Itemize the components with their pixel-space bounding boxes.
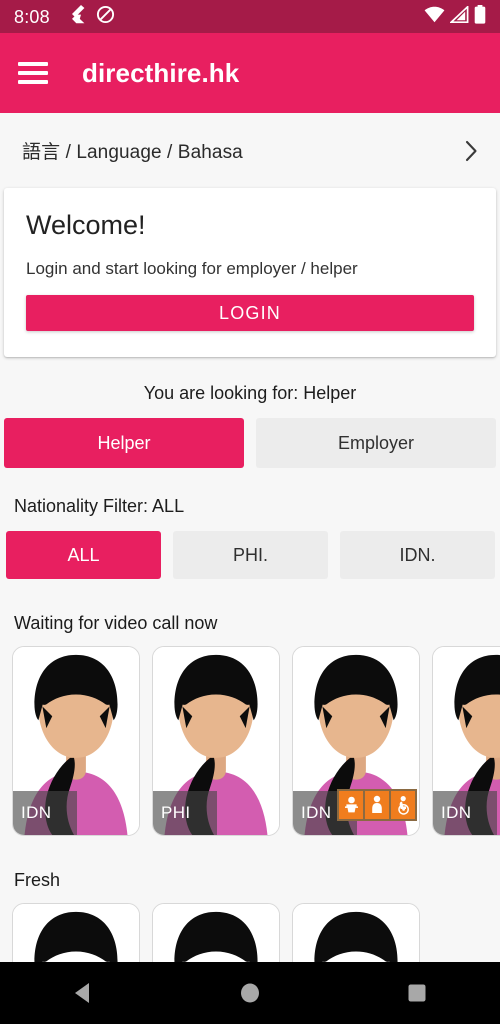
status-right-icons	[424, 4, 486, 29]
android-navigation-bar	[0, 962, 500, 1024]
waiting-card-row[interactable]: IDN PHI IDN IDN	[0, 646, 500, 836]
nationality-chip-phi[interactable]: PHI.	[173, 531, 328, 579]
looking-for-option-helper[interactable]: Helper	[4, 418, 244, 468]
infant-care-icon	[339, 791, 363, 819]
looking-for-label: You are looking for: Helper	[143, 383, 357, 403]
main-scroll-area[interactable]: 語言 / Language / Bahasa Welcome! Login an…	[0, 113, 500, 962]
language-label: 語言 / Language / Bahasa	[22, 142, 243, 163]
back-triangle-icon[interactable]	[51, 969, 115, 1017]
avatar	[13, 904, 139, 962]
list-item[interactable]	[12, 903, 140, 962]
status-badge: IDN	[433, 791, 497, 835]
do-not-disturb-icon	[96, 5, 115, 29]
wifi-icon	[424, 6, 445, 28]
section-title-waiting: Waiting for video call now	[14, 613, 218, 633]
hamburger-menu-icon[interactable]	[18, 62, 48, 84]
nationality-chip-idn[interactable]: IDN.	[340, 531, 495, 579]
status-bar: 8:08	[0, 0, 500, 33]
hamburger-line	[18, 62, 48, 66]
app-root: 8:08 directhire.hk 語言 / Language / Bahas…	[0, 0, 500, 1024]
recents-square-icon[interactable]	[385, 969, 449, 1017]
home-circle-icon[interactable]	[218, 969, 282, 1017]
login-button[interactable]: LOGIN	[26, 295, 474, 331]
welcome-card: Welcome! Login and start looking for emp…	[4, 188, 496, 357]
flutter-icon	[68, 4, 85, 29]
status-time: 8:08	[14, 6, 50, 27]
chevron-right-icon	[465, 140, 478, 162]
nationality-filter-label: Nationality Filter: ALL	[14, 496, 185, 516]
status-badge: PHI	[153, 791, 217, 835]
avatar	[293, 904, 419, 962]
avatar	[153, 904, 279, 962]
app-bar: directhire.hk	[0, 33, 500, 113]
list-item[interactable]	[152, 903, 280, 962]
elderly-care-icon	[391, 791, 415, 819]
hamburger-line	[18, 80, 48, 84]
nationality-filter-chips[interactable]: ALL PHI. IDN.	[0, 531, 500, 579]
list-item[interactable]	[292, 903, 420, 962]
looking-for-option-employer[interactable]: Employer	[256, 418, 496, 468]
battery-icon	[474, 4, 486, 29]
list-item[interactable]: IDN	[432, 646, 500, 836]
list-item[interactable]: PHI	[152, 646, 280, 836]
status-left-icons	[68, 4, 115, 29]
section-title-fresh: Fresh	[14, 870, 61, 890]
welcome-title: Welcome!	[26, 210, 146, 240]
fresh-card-row[interactable]	[0, 903, 500, 962]
nationality-chip-all[interactable]: ALL	[6, 531, 161, 579]
hamburger-line	[18, 71, 48, 75]
list-item[interactable]: IDN	[292, 646, 420, 836]
language-selector-row[interactable]: 語言 / Language / Bahasa	[0, 113, 500, 188]
list-item[interactable]: IDN	[12, 646, 140, 836]
cellular-signal-icon	[449, 4, 469, 28]
child-care-icon	[365, 791, 389, 819]
app-title: directhire.hk	[82, 57, 240, 88]
status-badge: IDN	[13, 791, 77, 835]
welcome-subtitle: Login and start looking for employer / h…	[26, 259, 358, 278]
looking-for-toggle-group: Helper Employer	[0, 418, 500, 468]
skill-badge-group	[337, 789, 417, 821]
